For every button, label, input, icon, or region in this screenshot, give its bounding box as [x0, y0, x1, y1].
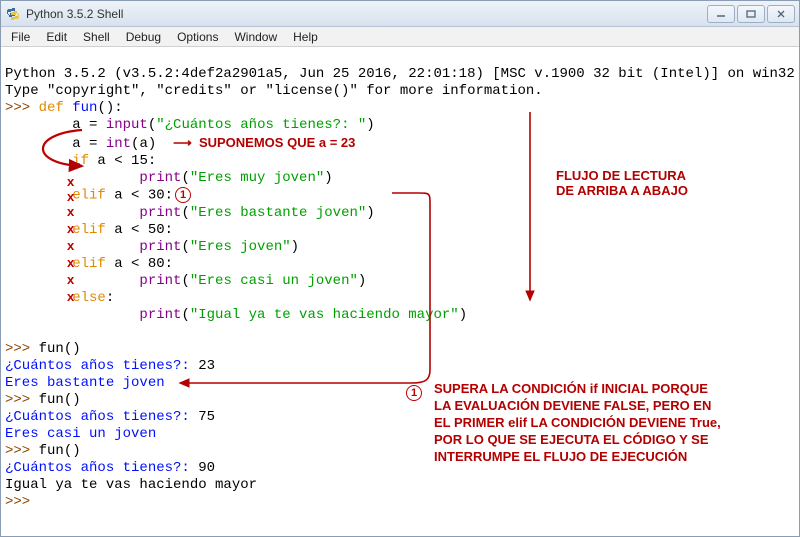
annotation-suppose: SUPONEMOS QUE a = 23 [199, 135, 355, 150]
code-assign-2b: (a) [131, 136, 156, 152]
cond-2: a < 30: [106, 188, 173, 204]
menu-file[interactable]: File [3, 28, 38, 46]
red-x-2: x [67, 189, 74, 204]
str-3: "Eres joven" [190, 239, 291, 255]
explain-1: SUPERA LA CONDICIÓN if INICIAL PORQUE [434, 380, 721, 397]
red-x-5: x [67, 238, 74, 253]
str-2: "Eres bastante joven" [190, 205, 366, 221]
call-print-4: print [139, 273, 181, 289]
banner-line-2: Type "copyright", "credits" or "license(… [5, 83, 543, 99]
code-assign-2a: a = [72, 136, 106, 152]
kw-else: else [72, 290, 106, 306]
window-controls [707, 5, 795, 23]
prompt: >>> [5, 100, 39, 116]
out-q-2: ¿Cuántos años tienes?: [5, 409, 198, 425]
kw-def: def [39, 100, 64, 116]
explain-4: POR LO QUE SE EJECUTA EL CÓDIGO Y SE [434, 431, 721, 448]
call-print-3: print [139, 239, 181, 255]
annotation-flow: FLUJO DE LECTURA DE ARRIBA A ABAJO [556, 168, 688, 198]
str-prompt: "¿Cuántos años tienes?: " [156, 117, 366, 133]
annotation-explain: SUPERA LA CONDICIÓN if INICIAL PORQUE LA… [434, 380, 721, 465]
kw-elif-2: elif [72, 222, 106, 238]
explain-2: LA EVALUACIÓN DEVIENE FALSE, PERO EN [434, 397, 721, 414]
out-in-2: 75 [198, 409, 215, 425]
annotation-flow-1: FLUJO DE LECTURA [556, 168, 688, 183]
titlebar: Python 3.5.2 Shell [1, 1, 799, 27]
maximize-button[interactable] [737, 5, 765, 23]
call-print-2: print [139, 205, 181, 221]
menu-help[interactable]: Help [285, 28, 326, 46]
call-fun-3: fun() [39, 443, 81, 459]
out-q-1: ¿Cuántos años tienes?: [5, 358, 198, 374]
menu-edit[interactable]: Edit [38, 28, 75, 46]
call-input: input [106, 117, 148, 133]
kw-elif-3: elif [72, 256, 106, 272]
arrow-suppose-icon: ⟶ [173, 135, 199, 150]
str-1: "Eres muy joven" [190, 170, 324, 186]
func-name: fun [72, 100, 97, 116]
close-button[interactable] [767, 5, 795, 23]
minimize-button[interactable] [707, 5, 735, 23]
out-in-1: 23 [198, 358, 215, 374]
cond-4: a < 80: [106, 256, 173, 272]
out-res-2: Eres casi un joven [5, 426, 156, 442]
explain-3: EL PRIMER elif LA CONDICIÓN DEVIENE True… [434, 414, 721, 431]
red-x-1: x [67, 174, 74, 189]
prompt-run-3: >>> [5, 443, 39, 459]
kw-elif-1: elif [72, 188, 106, 204]
menu-shell[interactable]: Shell [75, 28, 118, 46]
out-res-1: Eres bastante joven [5, 375, 165, 391]
cond-1: a < 15: [89, 153, 156, 169]
prompt-run-2: >>> [5, 392, 39, 408]
call-int: int [106, 136, 131, 152]
menu-window[interactable]: Window [226, 28, 285, 46]
circle-1-inline: 1 [175, 187, 191, 203]
window-title: Python 3.5.2 Shell [26, 7, 707, 21]
circle-1-bottom: 1 [406, 385, 422, 401]
call-print-1: print [139, 170, 181, 186]
call-fun-2: fun() [39, 392, 81, 408]
annotation-explain-marker: 1 [406, 384, 422, 402]
out-q-3: ¿Cuántos años tienes?: [5, 460, 198, 476]
red-x-6: x [67, 255, 74, 270]
cond-3: a < 50: [106, 222, 173, 238]
call-fun-1: fun() [39, 341, 81, 357]
menu-debug[interactable]: Debug [118, 28, 169, 46]
explain-5: INTERRUMPE EL FLUJO DE EJECUCIÓN [434, 448, 721, 465]
menu-options[interactable]: Options [169, 28, 226, 46]
prompt-final: >>> [5, 494, 39, 510]
out-in-3: 90 [198, 460, 215, 476]
red-x-4: x [67, 221, 74, 236]
prompt-run-1: >>> [5, 341, 39, 357]
banner-line-1: Python 3.5.2 (v3.5.2:4def2a2901a5, Jun 2… [5, 66, 795, 82]
str-5: "Igual ya te vas haciendo mayor" [190, 307, 459, 323]
code-assign-1: a = [72, 117, 106, 133]
annotation-flow-2: DE ARRIBA A ABAJO [556, 183, 688, 198]
kw-if: if [72, 153, 89, 169]
red-x-3: x [67, 204, 74, 219]
python-icon [5, 6, 21, 22]
out-res-3: Igual ya te vas haciendo mayor [5, 477, 257, 493]
str-4: "Eres casi un joven" [190, 273, 358, 289]
red-x-7: x [67, 272, 74, 287]
menubar: File Edit Shell Debug Options Window Hel… [1, 27, 799, 47]
red-x-8: x [67, 289, 74, 304]
call-print-5: print [139, 307, 181, 323]
